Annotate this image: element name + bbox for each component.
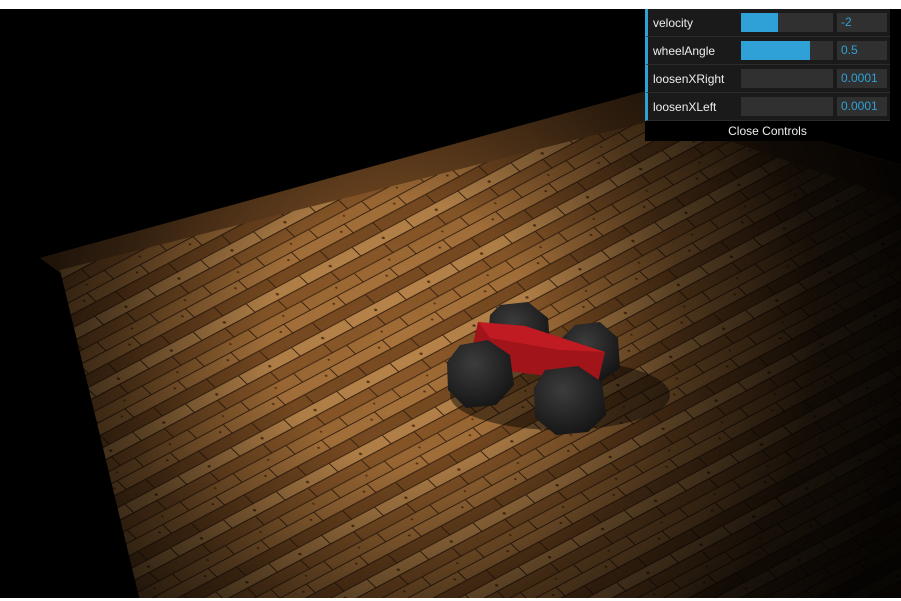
wheel-angle-input[interactable] bbox=[837, 41, 887, 60]
control-row-wheel-angle: wheelAngle bbox=[645, 37, 890, 65]
viewport[interactable]: velocity wheelAngle loosenXRight loosenX… bbox=[0, 0, 901, 601]
control-label: loosenXLeft bbox=[653, 100, 717, 114]
velocity-input[interactable] bbox=[837, 13, 887, 32]
loosen-x-right-input[interactable] bbox=[837, 69, 887, 88]
control-label: velocity bbox=[653, 16, 694, 30]
control-panel: velocity wheelAngle loosenXRight loosenX… bbox=[645, 9, 890, 141]
loosen-x-left-input[interactable] bbox=[837, 97, 887, 116]
loosen-x-left-slider[interactable] bbox=[741, 97, 833, 116]
wheel-angle-slider[interactable] bbox=[741, 41, 833, 60]
velocity-slider[interactable] bbox=[741, 13, 833, 32]
loosen-x-right-slider[interactable] bbox=[741, 69, 833, 88]
slider-fill bbox=[741, 41, 810, 60]
close-controls-button[interactable]: Close Controls bbox=[645, 121, 890, 141]
control-row-loosen-x-right: loosenXRight bbox=[645, 65, 890, 93]
control-row-velocity: velocity bbox=[645, 9, 890, 37]
control-label: wheelAngle bbox=[653, 44, 716, 58]
control-row-loosen-x-left: loosenXLeft bbox=[645, 93, 890, 121]
slider-fill bbox=[741, 13, 778, 32]
control-label: loosenXRight bbox=[653, 72, 725, 86]
